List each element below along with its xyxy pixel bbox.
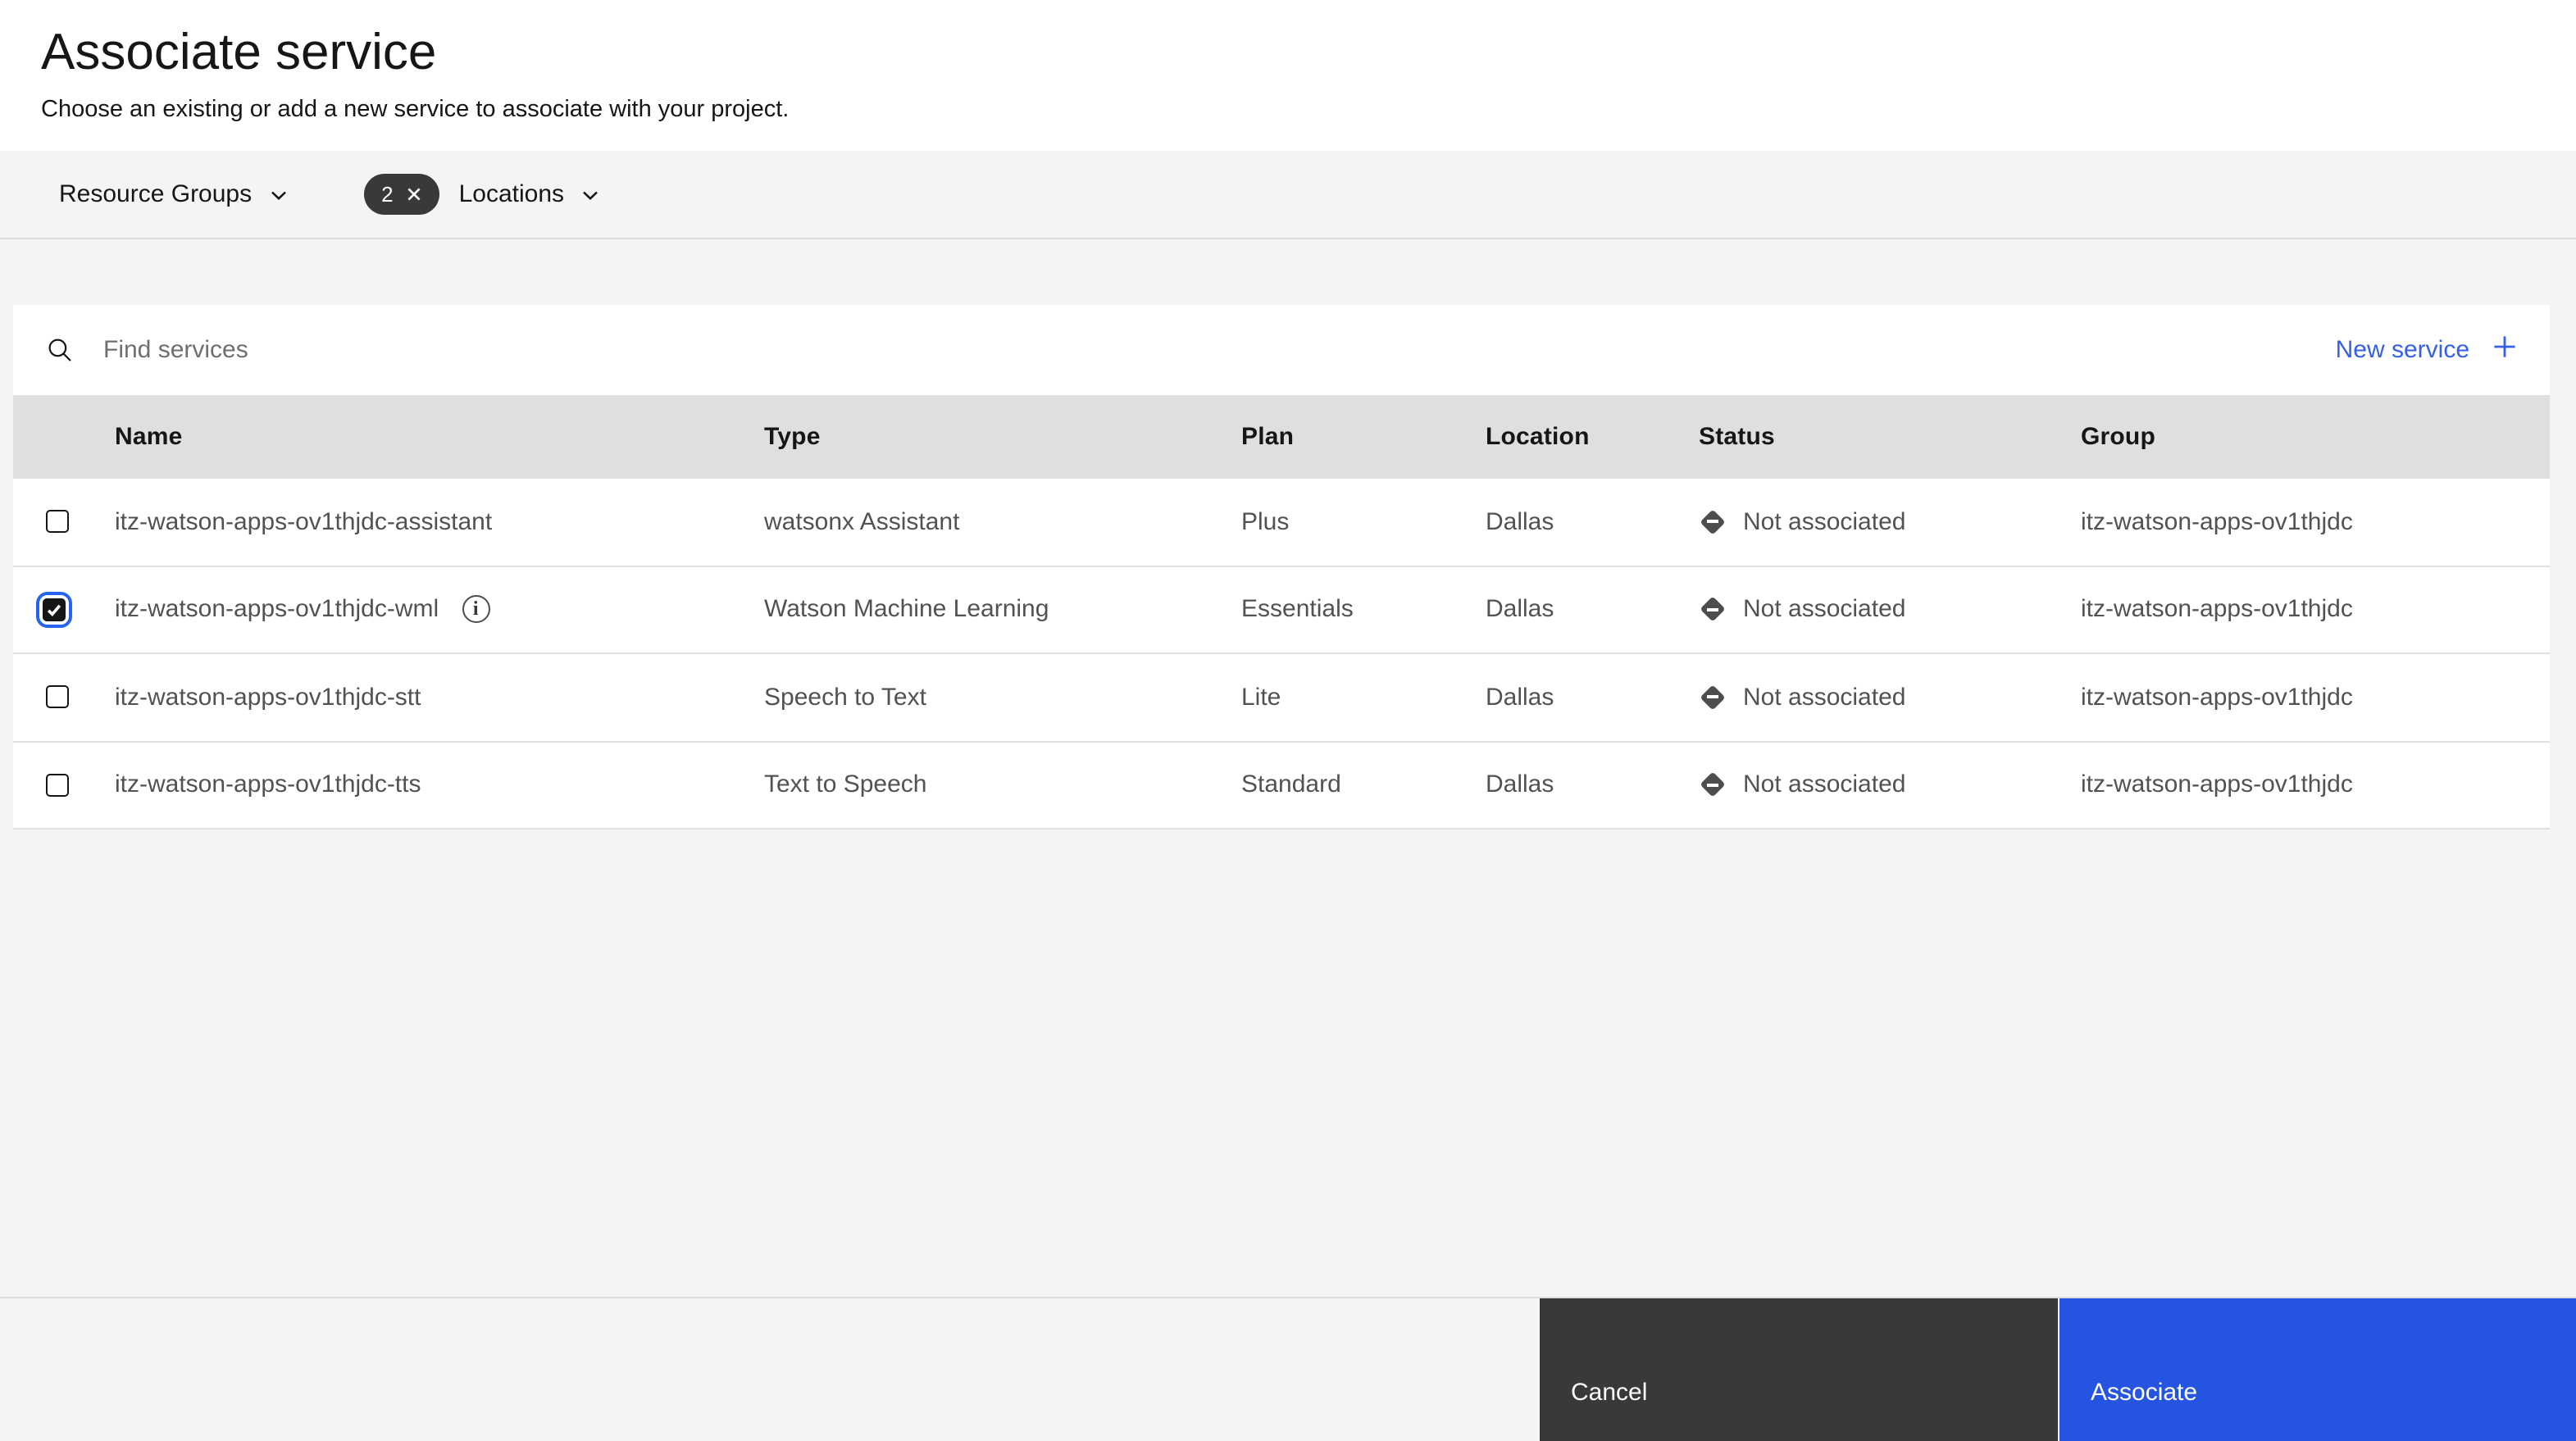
row-checkbox[interactable] [46, 686, 69, 709]
new-service-label: New service [2336, 336, 2469, 364]
table-header-row: Name Type Plan Location Status Group [13, 395, 2550, 479]
filter-bar: Resource Groups 2 Locations [0, 151, 2576, 239]
column-header-plan: Plan [1241, 423, 1486, 451]
service-location: Dallas [1486, 508, 1699, 536]
row-checkbox[interactable] [46, 774, 69, 797]
table-row: itz-watson-apps-ov1thjdc-assistant watso… [13, 479, 2550, 566]
undefined-status-diamond-icon [1699, 684, 1725, 711]
column-header-location: Location [1486, 423, 1699, 451]
page-title: Associate service [41, 23, 2576, 82]
locations-selected-count: 2 [381, 182, 393, 207]
undefined-status-diamond-icon [1699, 597, 1725, 623]
service-type: watsonx Assistant [764, 508, 1241, 536]
service-name: itz-watson-apps-ov1thjdc-wml [115, 596, 439, 624]
status-text: Not associated [1743, 596, 1905, 624]
service-plan: Standard [1241, 771, 1486, 799]
status-text: Not associated [1743, 508, 1905, 536]
row-checkbox[interactable] [46, 511, 69, 534]
cancel-button[interactable]: Cancel [1540, 1298, 2058, 1441]
associate-button[interactable]: Associate [2059, 1298, 2576, 1441]
plus-icon [2492, 334, 2517, 366]
information-icon[interactable]: i [462, 596, 489, 624]
column-header-type: Type [764, 423, 1241, 451]
dialog-footer: Cancel Associate [0, 1297, 2576, 1441]
service-group: itz-watson-apps-ov1thjdc [2081, 771, 2550, 799]
table-row: itz-watson-apps-ov1thjdc-stt Speech to T… [13, 654, 2550, 742]
status-text: Not associated [1743, 684, 1905, 711]
row-checkbox-checked[interactable] [43, 598, 66, 621]
column-header-name: Name [102, 423, 764, 451]
service-name: itz-watson-apps-ov1thjdc-tts [115, 771, 421, 799]
service-type: Watson Machine Learning [764, 596, 1241, 624]
column-header-group: Group [2081, 423, 2550, 451]
service-group: itz-watson-apps-ov1thjdc [2081, 508, 2550, 536]
locations-label: Locations [459, 180, 564, 208]
service-group: itz-watson-apps-ov1thjdc [2081, 684, 2550, 711]
column-header-status: Status [1699, 423, 2081, 451]
locations-dropdown[interactable]: Locations [459, 180, 600, 209]
service-plan: Essentials [1241, 596, 1486, 624]
search-area [13, 336, 2336, 364]
service-type: Text to Speech [764, 771, 1241, 799]
service-plan: Plus [1241, 508, 1486, 536]
table-row: itz-watson-apps-ov1thjdc-tts Text to Spe… [13, 742, 2550, 830]
service-group: itz-watson-apps-ov1thjdc [2081, 596, 2550, 624]
search-input[interactable] [103, 336, 792, 364]
service-location: Dallas [1486, 771, 1699, 799]
undefined-status-diamond-icon [1699, 772, 1725, 798]
service-name: itz-watson-apps-ov1thjdc-assistant [115, 508, 492, 536]
chevron-down-icon [580, 180, 600, 209]
resource-groups-label: Resource Groups [59, 180, 252, 208]
chevron-down-icon [268, 180, 288, 209]
close-icon[interactable] [405, 185, 423, 203]
service-location: Dallas [1486, 684, 1699, 711]
associate-service-dialog: Associate service Choose an existing or … [0, 0, 2576, 1441]
page-subtitle: Choose an existing or add a new service … [41, 97, 2576, 123]
status-text: Not associated [1743, 771, 1905, 799]
locations-filter-tag: 2 [363, 174, 439, 215]
page-header: Associate service Choose an existing or … [0, 0, 2576, 151]
service-location: Dallas [1486, 596, 1699, 624]
search-icon [46, 336, 74, 364]
service-type: Speech to Text [764, 684, 1241, 711]
table-toolbar: New service [13, 305, 2550, 395]
undefined-status-diamond-icon [1699, 509, 1725, 535]
row-checkbox-focus-ring [36, 592, 72, 628]
services-card: New service Name Type Plan Location Stat… [13, 305, 2550, 830]
new-service-button[interactable]: New service [2336, 334, 2550, 366]
service-plan: Lite [1241, 684, 1486, 711]
service-name: itz-watson-apps-ov1thjdc-stt [115, 684, 421, 711]
resource-groups-dropdown[interactable]: Resource Groups [59, 180, 288, 209]
table-row: itz-watson-apps-ov1thjdc-wml i Watson Ma… [13, 566, 2550, 654]
